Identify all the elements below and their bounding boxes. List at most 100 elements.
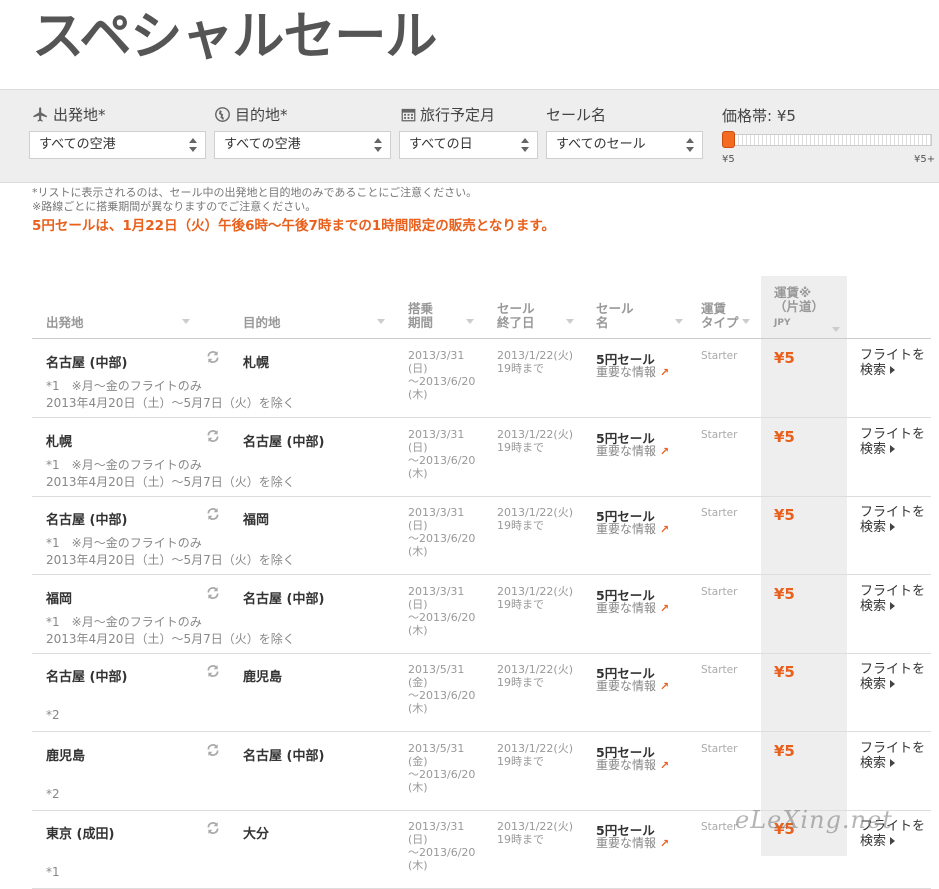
- row-search-text: 検索: [860, 363, 887, 378]
- row-boarding-line: 2013/3/31: [408, 584, 465, 598]
- swap-route-icon[interactable]: [206, 429, 220, 443]
- arrow-right-icon: [890, 837, 896, 845]
- sort-icon: [832, 327, 840, 332]
- row-important-info-text: 重要な情報: [596, 679, 657, 693]
- travel-month-select[interactable]: すべての日: [399, 131, 538, 159]
- row-fare: ¥5: [774, 349, 795, 367]
- travel-month-label-text: 旅行予定月: [420, 106, 496, 124]
- price-slider-track[interactable]: [722, 134, 932, 146]
- row-origin: 札幌: [46, 434, 73, 450]
- row-fare-type: Starter: [701, 585, 738, 598]
- updown-arrow-icon: [374, 138, 382, 152]
- swap-route-icon[interactable]: [206, 350, 220, 364]
- price-slider-max: ¥5+: [914, 154, 936, 165]
- destination-select-value: すべての空港: [224, 137, 301, 152]
- row-boarding-line: (日): [408, 362, 428, 375]
- price-range-label: 価格帯: ¥5: [722, 107, 796, 125]
- header-sale-name-line1: セール: [596, 301, 634, 316]
- row-boarding-line: (木): [408, 388, 428, 401]
- row-important-info-link[interactable]: 重要な情報 ↗: [596, 442, 669, 459]
- row-sale-end: 2013/1/22(火) 19時まで: [497, 349, 573, 375]
- row-important-info-link[interactable]: 重要な情報 ↗: [596, 520, 669, 537]
- row-search-flights-link[interactable]: フライトを 検索: [860, 348, 925, 378]
- row-note: 2013年4月20日（土）～5月7日（火）を除く: [46, 396, 295, 410]
- row-search-line: 検索: [860, 442, 925, 457]
- row-sale-end: 2013/1/22(火) 19時まで: [497, 820, 573, 846]
- row-important-info-link[interactable]: 重要な情報 ↗: [596, 677, 669, 694]
- row-sale-end-line: 19時まで: [497, 833, 544, 846]
- header-origin[interactable]: 出発地: [46, 316, 190, 330]
- header-destination-text: 目的地: [243, 315, 281, 330]
- row-fare: ¥5: [774, 584, 795, 603]
- row-boarding-line: ～2013/6/20: [408, 689, 476, 702]
- row-destination: 福岡: [243, 513, 270, 528]
- arrow-right-icon: [890, 366, 896, 374]
- globe-icon: [215, 107, 230, 122]
- row-search-line: 検索: [860, 834, 925, 849]
- header-destination[interactable]: 目的地: [243, 315, 385, 330]
- header-fare-line2: （片道）: [774, 299, 825, 314]
- arrow-right-icon: [890, 444, 896, 453]
- row-search-line: 検索: [860, 363, 925, 378]
- row-origin: 鹿児島: [46, 748, 86, 764]
- row-origin: 名古屋 (中部): [46, 356, 128, 371]
- row-search-flights-link[interactable]: フライトを 検索: [860, 584, 925, 614]
- row-search-line: 検索: [860, 677, 925, 692]
- row-note: *1 ※月～金のフライトのみ: [46, 379, 202, 393]
- swap-route-icon[interactable]: [206, 743, 220, 757]
- external-link-icon: ↗: [659, 758, 670, 772]
- swap-route-icon[interactable]: [206, 586, 220, 600]
- row-search-flights-link[interactable]: フライトを 検索: [860, 662, 925, 692]
- row-search-line: フライトを: [860, 426, 926, 442]
- row-boarding-line: (木): [408, 623, 428, 637]
- row-boarding-line: 2013/3/31: [408, 820, 465, 833]
- row-search-flights-link[interactable]: フライトを 検索: [860, 741, 925, 771]
- header-boarding-line2: 期間: [408, 315, 434, 330]
- notes: *リストに表示されるのは、セール中の出発地と目的地のみであることにご注意ください…: [32, 186, 477, 214]
- row-search-text: 検索: [860, 441, 887, 457]
- destination-label: 目的地*: [214, 104, 288, 125]
- row-sale-end-line: 2013/1/22(火): [497, 506, 573, 519]
- row-important-info-link[interactable]: 重要な情報 ↗: [596, 834, 669, 851]
- destination-select[interactable]: すべての空港: [214, 131, 391, 159]
- row-sale-end-line: 19時まで: [497, 362, 544, 375]
- row-search-text: 検索: [860, 598, 887, 614]
- row-important-info-link[interactable]: 重要な情報 ↗: [596, 756, 669, 773]
- row-origin: 名古屋 (中部): [46, 513, 128, 528]
- header-fare[interactable]: 運賃※ （片道） JPY: [774, 286, 840, 332]
- sale-name-select[interactable]: すべてのセール: [546, 131, 703, 159]
- external-link-icon: ↗: [659, 680, 670, 693]
- header-fare-type[interactable]: 運賃 タイプ: [701, 301, 750, 330]
- row-fare-type: Starter: [701, 821, 738, 833]
- header-fare-type-line1: 運賃: [701, 301, 727, 316]
- row-search-flights-link[interactable]: フライトを 検索: [860, 505, 925, 535]
- swap-route-icon[interactable]: [206, 821, 220, 835]
- row-search-line: 検索: [860, 756, 925, 771]
- header-sale-name[interactable]: セール 名: [596, 301, 683, 330]
- row-search-text: 検索: [860, 677, 887, 692]
- row-sale-end: 2013/1/22(火) 19時まで: [497, 663, 573, 689]
- row-destination: 名古屋 (中部): [243, 748, 325, 764]
- row-important-info-text: 重要な情報: [596, 522, 657, 536]
- swap-route-icon[interactable]: [206, 507, 220, 521]
- price-slider-handle[interactable]: [722, 131, 735, 148]
- header-sale-end[interactable]: セール 終了日: [497, 301, 574, 330]
- row-boarding-line: ～2013/6/20: [408, 846, 476, 859]
- row-important-info-link[interactable]: 重要な情報 ↗: [596, 599, 669, 616]
- row-sale-end-line: 2013/1/22(火): [497, 663, 573, 676]
- row-search-flights-link[interactable]: フライトを 検索: [860, 427, 925, 457]
- row-sale-end-line: 19時まで: [497, 519, 544, 532]
- row-fare: ¥5: [774, 741, 795, 760]
- external-link-icon: ↗: [659, 444, 670, 458]
- row-fare: ¥5: [774, 663, 795, 681]
- row-note: *1: [46, 865, 60, 879]
- note-line: *リストに表示されるのは、セール中の出発地と目的地のみであることにご注意ください…: [32, 186, 478, 199]
- header-boarding[interactable]: 搭乗 期間: [408, 302, 474, 330]
- row-important-info-link[interactable]: 重要な情報 ↗: [596, 363, 669, 380]
- sale-name-select-value: すべてのセール: [556, 137, 646, 152]
- swap-route-icon[interactable]: [206, 664, 220, 678]
- origin-select[interactable]: すべての空港: [29, 131, 206, 159]
- table-header: 出発地 目的地 搭乗 期間 セール 終了日 セール 名 運賃 タイプ 運賃※ （…: [32, 276, 931, 339]
- row-important-info-text: 重要な情報: [596, 836, 657, 850]
- header-sale-end-line1: セール: [497, 301, 535, 316]
